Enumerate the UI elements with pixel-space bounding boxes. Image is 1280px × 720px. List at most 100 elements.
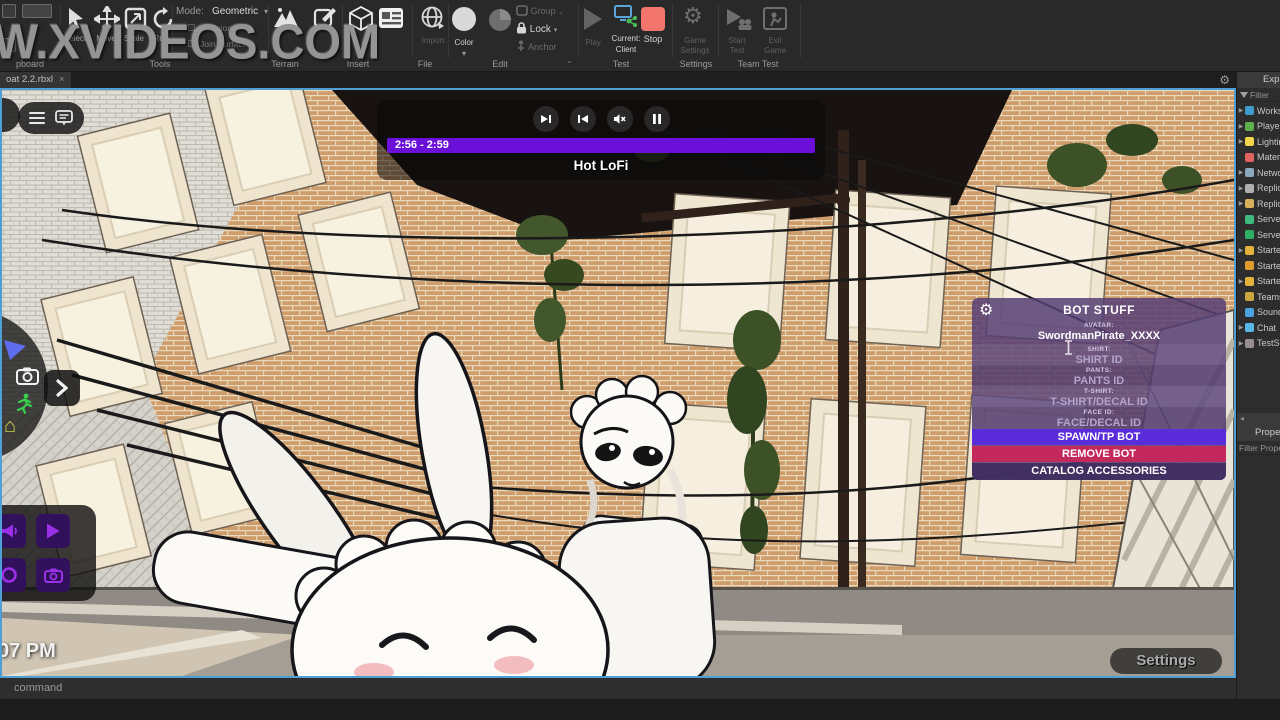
tree-item-chat[interactable]: ▶Chat [1237, 320, 1280, 336]
avatar-input[interactable]: SwordmanPirate_XXXX [972, 330, 1226, 343]
song-title: Hot LoFi [377, 158, 825, 173]
bot-panel-title: BOT STUFF [972, 303, 1226, 317]
song-progress-bar[interactable]: 2:56 - 2:59 [387, 138, 815, 153]
tree-item-workspace[interactable]: ▶Workspace [1237, 103, 1280, 119]
mute-button[interactable] [607, 106, 633, 132]
network-client-icon [1245, 168, 1254, 177]
current-client-label-1: Current: [612, 34, 641, 43]
game-settings-pill-button[interactable]: Settings [1110, 648, 1222, 674]
tree-item-lighting[interactable]: ▶Lighting [1237, 134, 1280, 150]
play-label: Play [585, 38, 601, 47]
tree-item-serverstorage[interactable]: ServerStorage [1237, 227, 1280, 243]
team-test-exit-label-1: Exit [768, 36, 781, 45]
document-tab-bar: oat 2.2.rbxl × ⚙ [0, 72, 1236, 88]
camera-icon[interactable] [16, 367, 39, 385]
emotes-icon[interactable] [2, 336, 28, 362]
material-service-icon [1245, 153, 1254, 162]
team-test-start-label-2: Test [730, 46, 745, 55]
screenshot-camera-icon[interactable] [36, 558, 70, 592]
filter-funnel-icon [1240, 92, 1248, 98]
teams-icon [1245, 292, 1254, 301]
tree-item-starterpack[interactable]: StarterPack [1237, 258, 1280, 274]
tree-item-startergui[interactable]: ▶StarterGui [1237, 243, 1280, 259]
current-client-button[interactable] [612, 4, 638, 30]
game-settings-label-2: Settings [681, 46, 710, 55]
skip-previous-button[interactable] [570, 106, 596, 132]
bot-stuff-panel: ⚙ BOT STUFF AVATAR: SwordmanPirate_XXXX … [972, 298, 1226, 480]
starter-gui-icon [1245, 246, 1254, 255]
workspace-icon [1245, 106, 1254, 115]
tshirt-label: T-SHIRT: [972, 386, 1226, 396]
document-tab[interactable]: oat 2.2.rbxl × [0, 72, 71, 88]
game-viewport[interactable]: 2:56 - 2:59 Hot LoFi ⚙ BOT STUFF AVATAR:… [0, 88, 1236, 678]
viewport-settings-gear-icon[interactable]: ⚙ [1219, 73, 1230, 87]
explorer-hscrollbar[interactable]: ◂ [1237, 413, 1280, 425]
music-player: 2:56 - 2:59 Hot LoFi [377, 100, 825, 180]
tree-item-testservice[interactable]: ▶TestService [1237, 336, 1280, 352]
test-service-icon [1245, 339, 1254, 348]
tree-item-materialservice[interactable]: MaterialService [1237, 150, 1280, 166]
starter-player-icon [1245, 277, 1254, 286]
sprint-runner-icon[interactable] [14, 393, 34, 415]
pause-button[interactable] [644, 106, 670, 132]
tree-item-replicatedstorage[interactable]: ▶ReplicatedStorage [1237, 196, 1280, 212]
team-test-start-button[interactable] [724, 6, 752, 32]
expand-chevron-button[interactable] [44, 370, 80, 406]
watermark-text: WWW.XVIDEOS.COM [0, 13, 545, 70]
test-group-label: Test [613, 59, 630, 69]
tab-close-icon[interactable]: × [59, 74, 65, 85]
avatar-field[interactable]: AVATAR: SwordmanPirate_XXXX [972, 320, 1226, 344]
status-bar [0, 698, 1280, 720]
remove-bot-button[interactable]: REMOVE BOT [972, 446, 1226, 462]
edit-expander-icon[interactable]: ⌄ [566, 56, 573, 65]
starter-pack-icon [1245, 261, 1254, 270]
explorer-panel-title[interactable]: Explorer [1237, 72, 1280, 88]
team-test-start-label-1: Start [729, 36, 746, 45]
pants-field[interactable]: PANTS: PANTS ID [972, 365, 1226, 386]
explorer-filter-input[interactable]: Filter [1237, 88, 1280, 102]
sound-service-icon [1245, 308, 1254, 317]
replicated-storage-icon [1245, 199, 1254, 208]
menu-hamburger-icon[interactable] [29, 112, 45, 124]
properties-filter-input[interactable]: Filter Properties [1237, 441, 1280, 455]
players-icon [1245, 122, 1254, 131]
shirt-field[interactable]: SHIRT: SHIRT ID [972, 344, 1226, 365]
megaphone-icon[interactable] [0, 514, 26, 548]
pants-label: PANTS: [972, 365, 1226, 375]
document-tab-label: oat 2.2.rbxl [6, 74, 53, 85]
face-label: FACE ID: [972, 407, 1226, 417]
ibeam-cursor [1064, 340, 1073, 355]
roblox-studio-window: Select Move Scale Rota Mode: Geometric ▾… [0, 0, 1280, 720]
stop-label: Stop [644, 34, 663, 44]
record-circle-icon[interactable] [0, 558, 26, 592]
tree-item-teams[interactable]: Teams [1237, 289, 1280, 305]
spawn-tp-bot-button[interactable]: SPAWN/TP BOT [972, 429, 1226, 445]
play-emote-icon[interactable] [36, 514, 70, 548]
shirt-label: SHIRT: [972, 344, 1226, 354]
settings-group-label: Settings [680, 59, 713, 69]
topbar-pill [18, 102, 84, 134]
catalog-accessories-button[interactable]: CATALOG ACCESSORIES [972, 463, 1226, 480]
properties-panel-title[interactable]: Properties [1237, 425, 1280, 441]
game-clock: 07 PM [0, 640, 56, 663]
server-script-service-icon [1245, 215, 1254, 224]
face-field[interactable]: FACE ID: FACE/DECAL ID [972, 407, 1226, 428]
tree-item-serverscriptservice[interactable]: ServerScriptService [1237, 212, 1280, 228]
chat-icon [1245, 323, 1254, 332]
chat-bubble-icon[interactable] [55, 110, 73, 126]
tree-item-starterplayer[interactable]: ▶StarterPlayer [1237, 274, 1280, 290]
tree-item-soundservice[interactable]: SoundService [1237, 305, 1280, 321]
tree-item-replicatedfirst[interactable]: ▶ReplicatedFirst [1237, 181, 1280, 197]
game-settings-button[interactable]: ⚙ [683, 5, 703, 27]
command-bar-input[interactable]: command [0, 678, 1236, 698]
team-test-exit-button[interactable] [762, 6, 788, 32]
tree-item-networkclient[interactable]: ▶NetworkClient [1237, 165, 1280, 181]
skip-next-button[interactable] [533, 106, 559, 132]
tree-item-players[interactable]: ▶Players [1237, 119, 1280, 135]
quick-actions-panel [0, 505, 96, 601]
lighting-icon [1245, 137, 1254, 146]
tshirt-field[interactable]: T-SHIRT: T-SHIRT/DECAL ID [972, 386, 1226, 407]
play-button[interactable] [584, 8, 602, 30]
stop-button[interactable] [641, 7, 665, 31]
home-icon[interactable]: ⌂ [4, 416, 16, 436]
